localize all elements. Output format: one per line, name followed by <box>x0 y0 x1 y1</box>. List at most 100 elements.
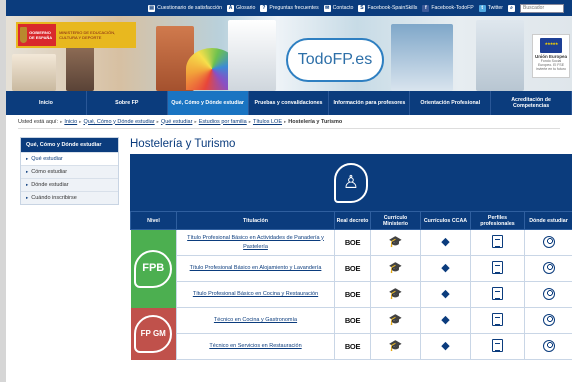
sidebar-item-como-estudiar[interactable]: ▸ Cómo estudiar <box>21 165 118 178</box>
nav-item-inicio[interactable]: Inicio <box>6 91 87 115</box>
graduation-cap-icon[interactable]: 🎓 <box>389 341 403 352</box>
spain-map-icon[interactable]: ◆ <box>441 341 449 352</box>
chevron-right-icon: ▸ <box>79 118 82 124</box>
globe-search-icon[interactable] <box>542 339 555 352</box>
fpb-badge: FPB <box>134 249 173 288</box>
utility-bar: ▤ Cuestionario de satisfacción A Glosario … <box>6 0 572 16</box>
breadcrumb-link[interactable]: Estudios por familia <box>199 119 247 125</box>
chevron-right-icon: ▸ <box>284 118 287 124</box>
nav-item-orientacion[interactable]: Orientación Profesional <box>410 91 492 115</box>
breadcrumb-link[interactable]: Qué, Cómo y Dónde estudiar <box>83 119 154 125</box>
title-link[interactable]: Título Profesional Básico en Cocina y Re… <box>176 281 335 308</box>
banner-photo <box>66 46 94 91</box>
title-link[interactable]: Técnico en Cocina y Gastronomía <box>176 307 335 334</box>
facebook-icon: f <box>422 4 430 12</box>
boe-link[interactable]: BOE <box>345 342 361 351</box>
government-logo[interactable]: GOBIERNO DE ESPAÑA MINISTERIO DE EDUCACI… <box>16 22 136 48</box>
table-row: Título Profesional Básico en Alojamiento… <box>131 255 572 282</box>
contact-link[interactable]: ✉ Contacto <box>323 4 353 12</box>
eu-flag-icon <box>540 38 562 53</box>
breadcrumb-link[interactable]: Títulos LOE <box>253 119 282 125</box>
speech-bubble-icon: ? <box>260 4 268 12</box>
chevron-right-icon: ▸ <box>60 118 63 124</box>
breadcrumb-link[interactable]: Qué estudiar <box>161 119 193 125</box>
boe-link[interactable]: BOE <box>345 290 361 299</box>
nav-item-sobre-fp[interactable]: Sobre FP <box>87 91 168 115</box>
glossary-icon: A <box>227 4 235 12</box>
boe-link[interactable]: BOE <box>345 316 361 325</box>
sidebar: Qué, Cómo y Dónde estudiar ▸ Qué estudiar… <box>20 137 119 205</box>
chevron-right-icon: ▸ <box>26 195 29 200</box>
table-row: FPB Título Profesional Básico en Activid… <box>130 229 572 308</box>
chevron-right-icon: ▸ <box>248 118 251 124</box>
chevron-right-icon: ▸ <box>194 118 197 124</box>
level-cell: FPB <box>130 229 177 308</box>
spain-map-icon[interactable]: ◆ <box>441 315 449 326</box>
facebook-todofp-link[interactable]: f Facebook-TodoFP <box>422 4 474 12</box>
sidebar-title: Qué, Cómo y Dónde estudiar <box>21 138 118 152</box>
globe-search-icon[interactable] <box>542 261 555 274</box>
breadcrumb-link[interactable]: Inicio <box>64 119 77 125</box>
search-icon[interactable]: ⌕ <box>508 4 515 12</box>
main-content: Hostelería y Turismo ♙ Nivel Titulación … <box>130 135 572 360</box>
table-row: FP GM Técnico en Cocina y Gastronomía BO… <box>130 307 572 360</box>
banner-photo <box>228 20 276 91</box>
chevron-right-icon: ▸ <box>26 156 29 161</box>
document-icon: ▤ <box>148 4 156 12</box>
envelope-icon: ✉ <box>323 4 331 12</box>
breadcrumb-current: Hostelería y Turismo <box>288 118 343 125</box>
spain-map-icon[interactable]: ◆ <box>441 289 449 300</box>
faq-link[interactable]: ? Preguntas frecuentes <box>260 4 319 12</box>
satisfaction-survey-link[interactable]: ▤ Cuestionario de satisfacción <box>148 4 222 12</box>
glossary-link[interactable]: A Glosario <box>227 4 255 12</box>
column-header: Titulación <box>176 211 335 230</box>
table-row: Título Profesional Básico en Cocina y Re… <box>131 281 572 308</box>
twitter-icon: t <box>478 4 486 12</box>
profile-document-icon[interactable] <box>492 339 503 352</box>
graduation-cap-icon[interactable]: 🎓 <box>389 315 403 326</box>
spain-map-icon[interactable]: ◆ <box>441 263 449 274</box>
profile-document-icon[interactable] <box>492 287 503 300</box>
breadcrumb: Usted está aquí: ▸ Inicio ▸ Qué, Cómo y … <box>18 115 560 129</box>
nav-item-que-como-donde[interactable]: Qué, Cómo y Dónde estudiar <box>167 91 249 115</box>
header-banner: GOBIERNO DE ESPAÑA MINISTERIO DE EDUCACI… <box>6 16 572 91</box>
boe-link[interactable]: BOE <box>345 264 361 273</box>
main-nav: Inicio Sobre FP Qué, Cómo y Dónde estudi… <box>6 91 572 115</box>
graduation-cap-icon[interactable]: 🎓 <box>389 237 403 248</box>
title-link[interactable]: Título Profesional Básico en Actividades… <box>176 229 335 256</box>
eu-logo: Unión Europea Fondo Social Europeo. El F… <box>532 34 570 78</box>
column-header: Nivel <box>130 211 177 230</box>
twitter-link[interactable]: t Twitter <box>478 4 503 12</box>
nav-item-profesores[interactable]: Información para profesores <box>329 91 411 115</box>
coat-of-arms-icon <box>20 27 28 43</box>
column-header: Real decreto <box>334 211 371 230</box>
nav-item-acreditacion[interactable]: Acreditación de Competencias <box>491 91 572 115</box>
spain-map-icon[interactable]: ◆ <box>441 237 449 248</box>
globe-search-icon[interactable] <box>542 313 555 326</box>
column-header: Perfiles profesionales <box>470 211 525 230</box>
chevron-right-icon: ▸ <box>156 118 159 124</box>
todofp-logo[interactable]: TodoFP.es <box>286 38 384 82</box>
graduation-cap-icon[interactable]: 🎓 <box>389 263 403 274</box>
sidebar-item-donde-estudiar[interactable]: ▸ Dónde estudiar <box>21 178 118 191</box>
titles-table: Nivel Titulación Real decreto Currículo … <box>130 211 572 360</box>
banner-photo <box>12 54 56 91</box>
sidebar-item-que-estudiar[interactable]: ▸ Qué estudiar <box>21 152 118 165</box>
boe-link[interactable]: BOE <box>345 238 361 247</box>
column-header: Currículos CCAA <box>420 211 471 230</box>
sidebar-item-cuando-inscribirse[interactable]: ▸ Cuándo inscribirse <box>21 191 118 204</box>
profile-document-icon[interactable] <box>492 313 503 326</box>
profile-document-icon[interactable] <box>492 235 503 248</box>
banner-photo <box>391 24 453 91</box>
title-link[interactable]: Técnico en Servicios en Restauración <box>176 333 335 360</box>
profile-document-icon[interactable] <box>492 261 503 274</box>
nav-item-pruebas[interactable]: Pruebas y convalidaciones <box>249 91 330 115</box>
family-hero: ♙ <box>130 154 572 211</box>
title-link[interactable]: Título Profesional Básico en Alojamiento… <box>176 255 335 282</box>
search-input[interactable] <box>520 3 564 13</box>
page-title: Hostelería y Turismo <box>130 138 236 150</box>
graduation-cap-icon[interactable]: 🎓 <box>389 289 403 300</box>
globe-search-icon[interactable] <box>542 235 555 248</box>
facebook-spainskills-link[interactable]: S Facebook-SpainSkills <box>358 4 417 12</box>
globe-search-icon[interactable] <box>542 287 555 300</box>
